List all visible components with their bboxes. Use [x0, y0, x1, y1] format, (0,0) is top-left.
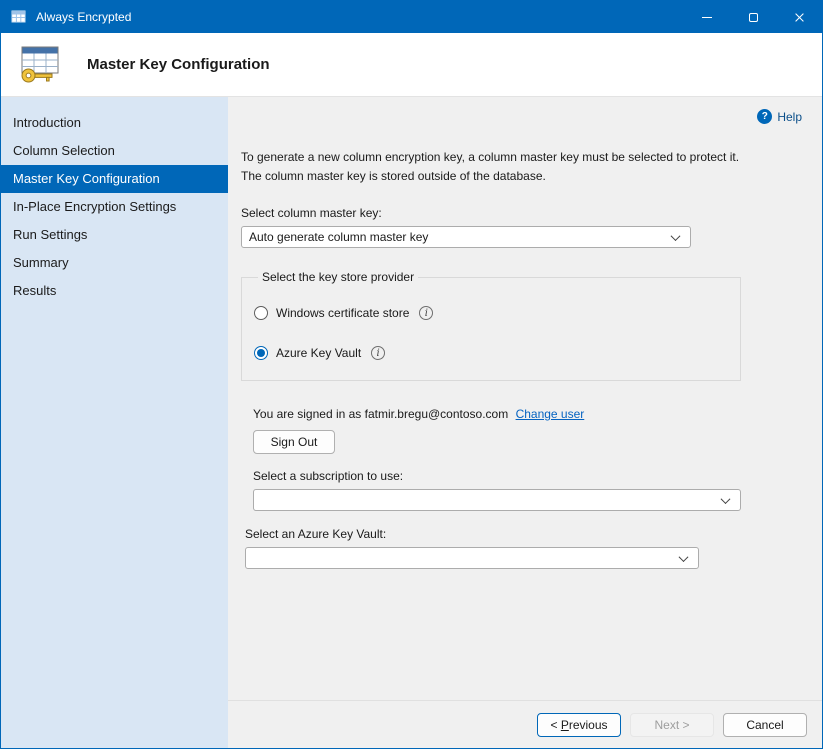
close-button[interactable]	[776, 1, 822, 33]
provider-option-azure-key-vault[interactable]: Azure Key Vault	[254, 342, 728, 364]
titlebar: Always Encrypted	[1, 1, 822, 33]
key-store-provider-legend: Select the key store provider	[258, 270, 418, 284]
info-icon[interactable]	[419, 306, 433, 320]
main-content: Help To generate a new column encryption…	[228, 97, 822, 700]
subscription-dropdown[interactable]	[253, 489, 741, 511]
vault-label: Select an Azure Key Vault:	[245, 527, 802, 541]
next-button[interactable]: Next >	[630, 713, 714, 737]
minimize-button[interactable]	[684, 1, 730, 33]
previous-button[interactable]: < Previous	[537, 713, 621, 737]
sidebar: IntroductionColumn SelectionMaster Key C…	[1, 97, 228, 748]
wizard-body: IntroductionColumn SelectionMaster Key C…	[1, 97, 822, 748]
sidebar-item-in-place-encryption-settings[interactable]: In-Place Encryption Settings	[1, 193, 228, 221]
sidebar-item-column-selection[interactable]: Column Selection	[1, 137, 228, 165]
minimize-icon	[702, 17, 712, 18]
intro-text: To generate a new column encryption key,…	[241, 148, 765, 185]
table-key-icon	[15, 44, 63, 86]
key-store-provider-group: Select the key store provider Windows ce…	[241, 270, 741, 381]
master-key-label: Select column master key:	[241, 206, 802, 220]
content-column: Help To generate a new column encryption…	[228, 97, 822, 748]
signed-in-row: You are signed in as fatmir.bregu@contos…	[253, 407, 802, 421]
info-icon[interactable]	[371, 346, 385, 360]
close-icon	[794, 12, 805, 23]
radio-icon	[254, 346, 268, 360]
previous-prefix: <	[550, 718, 560, 732]
master-key-dropdown[interactable]: Auto generate column master key	[241, 226, 691, 248]
master-key-value: Auto generate column master key	[249, 230, 428, 244]
sidebar-item-master-key-configuration[interactable]: Master Key Configuration	[1, 165, 228, 193]
help-icon	[757, 109, 772, 124]
maximize-icon	[749, 13, 758, 22]
sidebar-item-run-settings[interactable]: Run Settings	[1, 221, 228, 249]
change-user-link[interactable]: Change user	[516, 407, 585, 421]
maximize-button[interactable]	[730, 1, 776, 33]
cancel-button[interactable]: Cancel	[723, 713, 807, 737]
sign-out-button[interactable]: Sign Out	[253, 430, 335, 454]
wizard-header: Master Key Configuration	[1, 33, 822, 97]
provider-label: Windows certificate store	[276, 306, 409, 320]
sidebar-item-results[interactable]: Results	[1, 277, 228, 305]
sidebar-item-summary[interactable]: Summary	[1, 249, 228, 277]
help-link[interactable]: Help	[777, 110, 802, 124]
previous-accesskey: P	[561, 718, 569, 732]
provider-options: Windows certificate store Azure Key Vault	[254, 302, 728, 364]
signed-in-text: You are signed in as fatmir.bregu@contos…	[253, 407, 508, 421]
window-controls	[684, 1, 822, 33]
window-title: Always Encrypted	[36, 10, 684, 24]
chevron-down-icon	[671, 231, 681, 241]
subscription-label: Select a subscription to use:	[253, 469, 802, 483]
footer: < Previous Next > Cancel	[228, 700, 822, 748]
chevron-down-icon	[679, 552, 689, 562]
previous-rest: revious	[569, 718, 608, 732]
chevron-down-icon	[721, 494, 731, 504]
radio-icon	[254, 306, 268, 320]
vault-dropdown[interactable]	[245, 547, 699, 569]
sidebar-item-introduction[interactable]: Introduction	[1, 109, 228, 137]
app-icon	[11, 9, 27, 25]
provider-option-windows-certificate-store[interactable]: Windows certificate store	[254, 302, 728, 324]
always-encrypted-window: Always Encrypted Master Key Configuratio…	[0, 0, 823, 749]
provider-label: Azure Key Vault	[276, 346, 361, 360]
page-title: Master Key Configuration	[87, 56, 270, 73]
